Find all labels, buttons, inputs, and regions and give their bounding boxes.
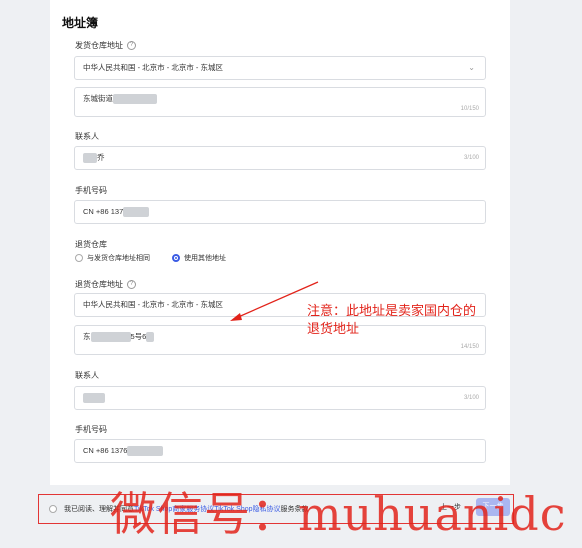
annotation-arrow — [230, 281, 319, 321]
agree-checkbox[interactable] — [49, 505, 57, 513]
watermark-text: 微信号：muhuanidc — [110, 487, 567, 541]
annotation-note: 注意：此地址是卖家国内仓的 退货地址 — [307, 304, 477, 337]
